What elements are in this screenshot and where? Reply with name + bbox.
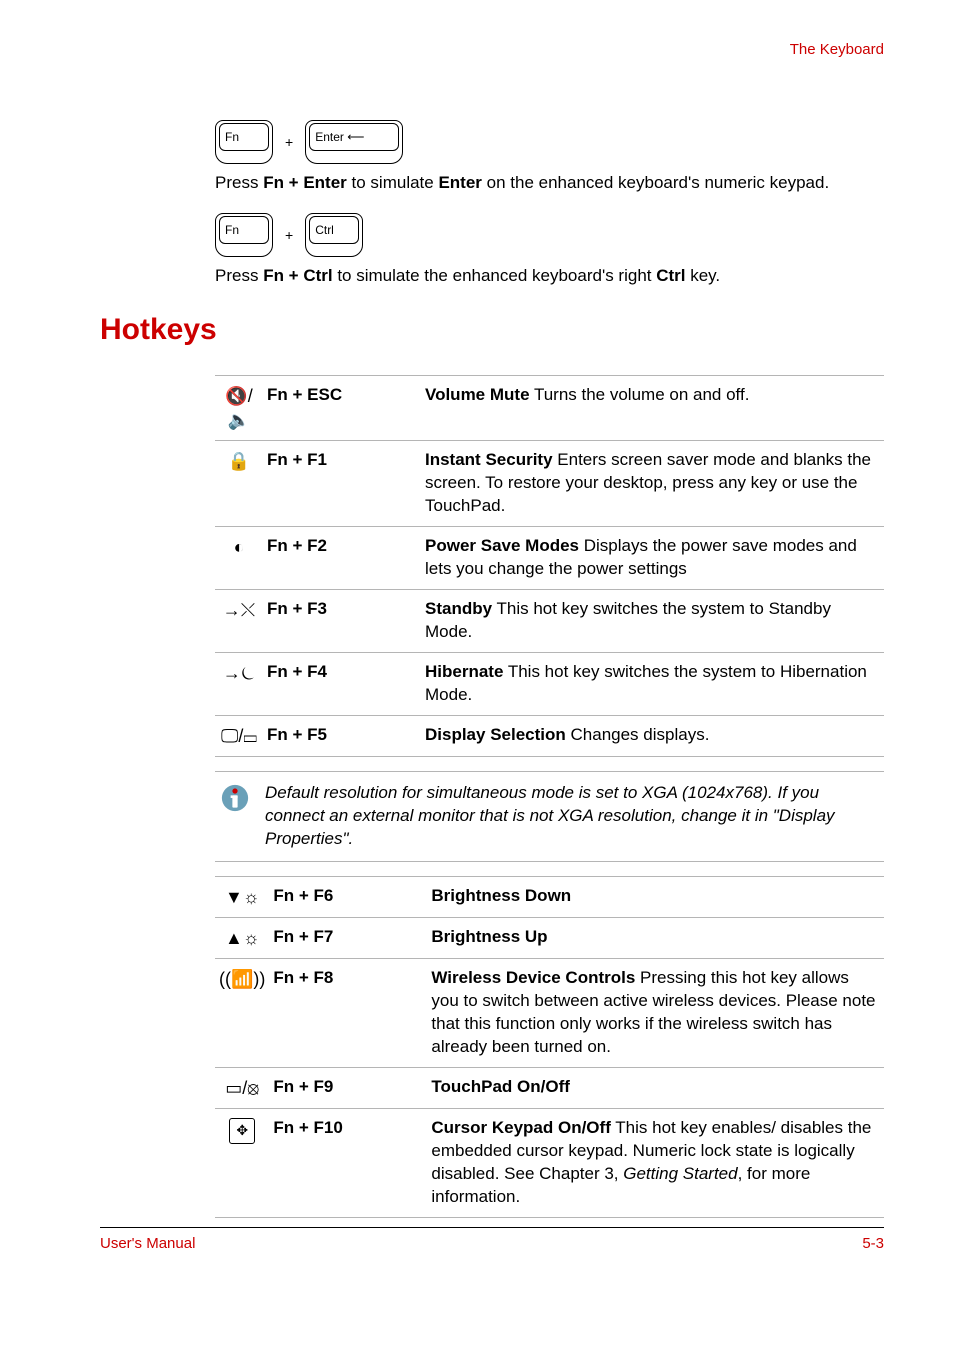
hotkey-combo: Fn + F1 — [263, 441, 421, 527]
hotkey-row: ◐Fn + F2Power Save Modes Displays the po… — [215, 527, 884, 590]
keycap-enter: Enter ⟵ — [305, 120, 403, 164]
hotkey-combo: Fn + F4 — [263, 652, 421, 715]
hibernate-icon: →⏾ — [215, 652, 263, 715]
hotkey-desc: Cursor Keypad On/Off This hot key enable… — [427, 1109, 884, 1218]
fn-ctrl-description: Press Fn + Ctrl to simulate the enhanced… — [215, 265, 884, 288]
footer-right: 5-3 — [862, 1234, 884, 1254]
hotkey-combo: Fn + F3 — [263, 589, 421, 652]
lock-icon: 🔒 — [215, 441, 263, 527]
hotkey-combo: Fn + F5 — [263, 715, 421, 756]
brightness-up-icon: ▲☼ — [215, 918, 269, 959]
hotkey-row: 🔇/🔈Fn + ESCVolume Mute Turns the volume … — [215, 375, 884, 441]
hotkey-desc: Hibernate This hot key switches the syst… — [421, 652, 884, 715]
hotkeys-heading: Hotkeys — [100, 310, 884, 351]
hotkey-table-1: 🔇/🔈Fn + ESCVolume Mute Turns the volume … — [215, 375, 884, 757]
hotkey-desc: Power Save Modes Displays the power save… — [421, 527, 884, 590]
touchpad-icon: ▭/⦻ — [215, 1068, 269, 1109]
power-save-icon: ◐ — [215, 527, 263, 590]
wireless-icon: ((📶)) — [215, 959, 269, 1068]
hotkey-desc: Wireless Device Controls Pressing this h… — [427, 959, 884, 1068]
page-footer: User's Manual 5-3 — [100, 1227, 884, 1254]
hotkey-row: 🔒Fn + F1Instant Security Enters screen s… — [215, 441, 884, 527]
info-note-text: Default resolution for simultaneous mode… — [265, 782, 880, 851]
hotkey-row: →⏾Fn + F4Hibernate This hot key switches… — [215, 652, 884, 715]
hotkey-desc: Brightness Down — [427, 876, 884, 917]
info-icon — [219, 782, 251, 851]
keycap-fn: Fn — [215, 120, 273, 164]
hotkey-row: →⤬Fn + F3Standby This hot key switches t… — [215, 589, 884, 652]
plus-symbol: + — [283, 133, 295, 152]
hotkey-combo: Fn + F7 — [269, 918, 427, 959]
hotkey-combo: Fn + ESC — [263, 375, 421, 441]
hotkey-desc: Brightness Up — [427, 918, 884, 959]
fn-enter-description: Press Fn + Enter to simulate Enter on th… — [215, 172, 884, 195]
hotkey-combo: Fn + F9 — [269, 1068, 427, 1109]
display-select-icon: 🖵/▭ — [215, 715, 263, 756]
hotkey-row: ▲☼Fn + F7Brightness Up — [215, 918, 884, 959]
standby-icon: →⤬ — [215, 589, 263, 652]
speaker-mute-icon: 🔇/🔈 — [215, 375, 263, 441]
hotkey-desc: Volume Mute Turns the volume on and off. — [421, 375, 884, 441]
plus-symbol: + — [283, 226, 295, 245]
hotkey-combo: Fn + F2 — [263, 527, 421, 590]
hotkey-row: 🖵/▭Fn + F5Display Selection Changes disp… — [215, 715, 884, 756]
cursor-keypad-icon: ✥ — [215, 1109, 269, 1218]
hotkey-desc: TouchPad On/Off — [427, 1068, 884, 1109]
hotkey-table-2: ▼☼Fn + F6Brightness Down▲☼Fn + F7Brightn… — [215, 876, 884, 1218]
hotkey-row: ✥Fn + F10Cursor Keypad On/Off This hot k… — [215, 1109, 884, 1218]
footer-left: User's Manual — [100, 1234, 195, 1254]
brightness-down-icon: ▼☼ — [215, 876, 269, 917]
hotkey-combo: Fn + F8 — [269, 959, 427, 1068]
info-note: Default resolution for simultaneous mode… — [215, 771, 884, 862]
hotkey-row: ((📶))Fn + F8Wireless Device Controls Pre… — [215, 959, 884, 1068]
hotkey-row: ▼☼Fn + F6Brightness Down — [215, 876, 884, 917]
hotkey-combo: Fn + F10 — [269, 1109, 427, 1218]
keycap-row-ctrl: Fn + Ctrl — [215, 213, 884, 257]
hotkey-desc: Standby This hot key switches the system… — [421, 589, 884, 652]
keycap-ctrl: Ctrl — [305, 213, 363, 257]
hotkey-combo: Fn + F6 — [269, 876, 427, 917]
hotkey-row: ▭/⦻Fn + F9TouchPad On/Off — [215, 1068, 884, 1109]
hotkey-desc: Display Selection Changes displays. — [421, 715, 884, 756]
header-section-title: The Keyboard — [100, 40, 884, 60]
keycap-row-enter: Fn + Enter ⟵ — [215, 120, 884, 164]
hotkey-desc: Instant Security Enters screen saver mod… — [421, 441, 884, 527]
keycap-fn: Fn — [215, 213, 273, 257]
